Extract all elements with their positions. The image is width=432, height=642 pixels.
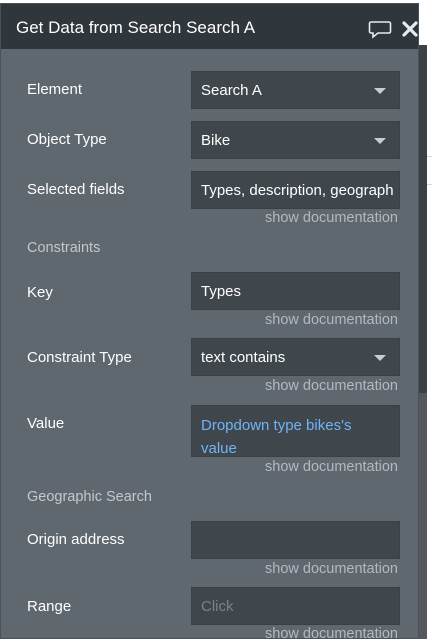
range-placeholder: Click <box>201 598 234 615</box>
chevron-down-icon <box>374 355 386 361</box>
show-documentation-link[interactable]: show documentation <box>265 626 398 642</box>
chevron-down-icon <box>374 88 386 94</box>
chevron-down-icon <box>374 138 386 144</box>
constraint-type-dropdown[interactable]: text contains <box>191 338 400 376</box>
range-label: Range <box>27 598 72 615</box>
origin-address-input[interactable] <box>191 521 400 559</box>
key-value: Types <box>201 283 242 300</box>
object-type-dropdown[interactable]: Bike <box>191 121 400 159</box>
range-input[interactable]: Click <box>191 587 400 625</box>
origin-address-label: Origin address <box>27 531 125 548</box>
element-dropdown[interactable]: Search A <box>191 71 400 109</box>
selected-fields-value: Types, description, geograph <box>201 182 394 199</box>
constraints-section-label: Constraints <box>27 240 101 256</box>
show-documentation-link[interactable]: show documentation <box>265 210 398 226</box>
show-documentation-link[interactable]: show documentation <box>265 561 398 577</box>
element-value: Search A <box>201 82 262 99</box>
geographic-search-section-label: Geographic Search <box>27 489 152 505</box>
constraint-type-label: Constraint Type <box>27 349 132 366</box>
comment-icon[interactable] <box>368 19 392 39</box>
key-label: Key <box>27 284 53 301</box>
value-label: Value <box>27 415 65 432</box>
property-editor-panel: Get Data from Search Search A Element Se… <box>0 3 419 642</box>
scrollbar-thumb[interactable] <box>419 45 427 393</box>
dynamic-expression[interactable]: Dropdown type bikes's value <box>201 414 391 456</box>
key-input[interactable]: Types <box>191 272 400 310</box>
constraint-type-value: text contains <box>201 349 286 366</box>
object-type-value: Bike <box>201 132 231 149</box>
object-type-label: Object Type <box>27 131 107 148</box>
element-label: Element <box>27 81 83 98</box>
close-icon[interactable] <box>401 20 419 38</box>
show-documentation-link[interactable]: show documentation <box>265 312 398 328</box>
panel-titlebar: Get Data from Search Search A <box>1 4 418 49</box>
show-documentation-link[interactable]: show documentation <box>265 378 398 394</box>
selected-fields-input[interactable]: Types, description, geograph <box>191 171 400 209</box>
selected-fields-label: Selected fields <box>27 181 125 198</box>
panel-title: Get Data from Search Search A <box>16 18 256 37</box>
show-documentation-link[interactable]: show documentation <box>265 459 398 475</box>
value-input[interactable]: Dropdown type bikes's value <box>191 405 400 457</box>
